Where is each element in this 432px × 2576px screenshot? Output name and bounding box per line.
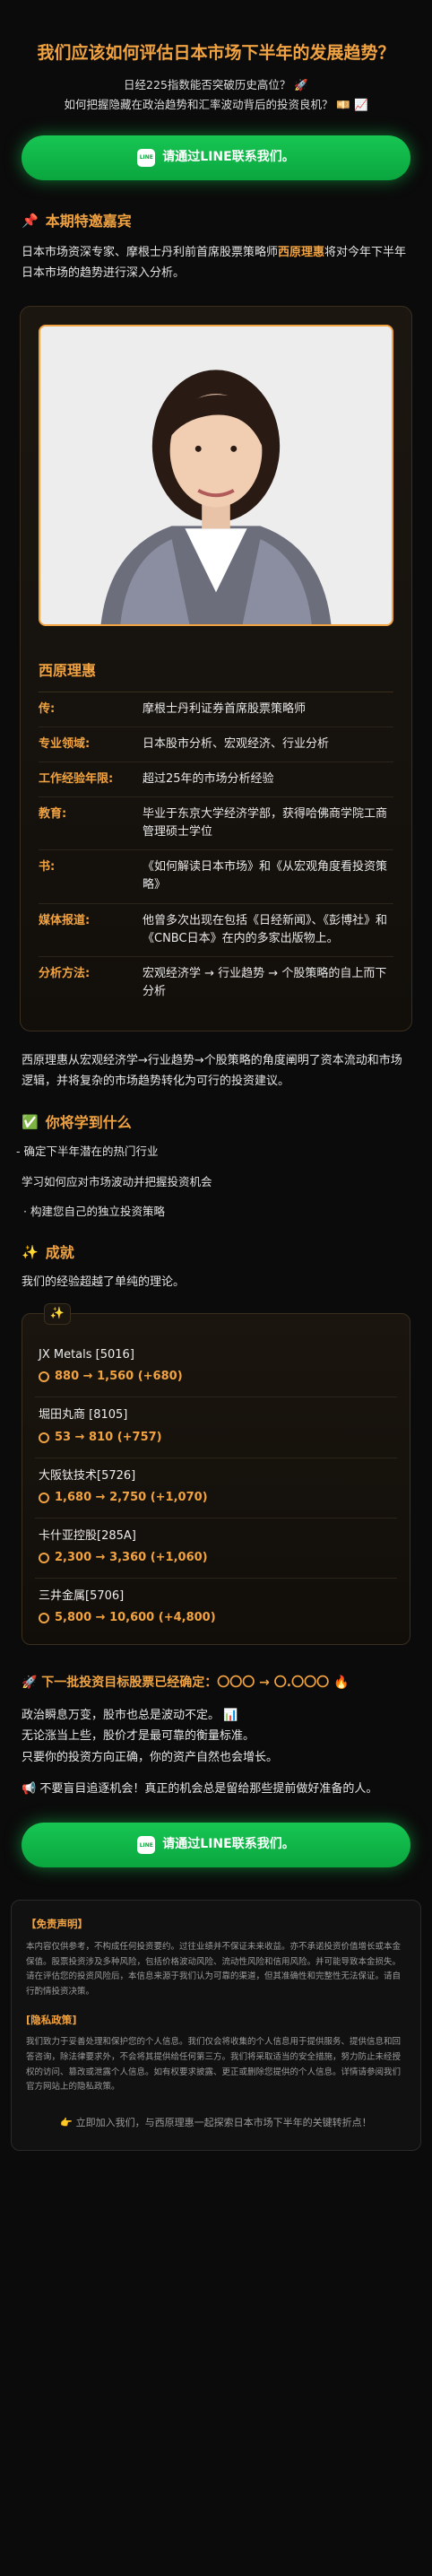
guest-name: 西原理惠 — [39, 660, 393, 692]
footer-note: 👉 立即加入我们，与西原理惠一起探索日本市场下半年的关键转折点！ — [60, 2116, 372, 2128]
hero-subtitle: 日经225指数能否突破历史高位？ 🚀 如何把握隐藏在政治趋势和汇率波动背后的投资… — [0, 75, 432, 116]
hero-subtitle-line2: 如何把握隐藏在政治趋势和汇率波动背后的投资良机？ 💴 📈 — [64, 98, 368, 112]
method-paragraph: 西原理惠从宏观经济学→行业趋势→个股策略的角度阐明了资本流动和市场逻辑，并将复杂… — [22, 1054, 402, 1088]
hero-subtitle-line1: 日经225指数能否突破历史高位？ 🚀 — [124, 77, 308, 91]
disclaimer-card: 【免责声明】 本内容仅供参考，不构成任何投资要约。过往业绩并不保证未来收益。亦不… — [11, 1900, 421, 2151]
line-contact-button-top[interactable]: LINE 请通过LINE联系我们。 — [22, 135, 410, 180]
guest-info-table: 传: 摩根士丹利证券首席股票策略师 专业领域: 日本股市分析、宏观经济、行业分析… — [39, 692, 393, 1010]
line-button-label: 请通过LINE联系我们。 — [162, 1837, 295, 1852]
disclaimer-title: 【免责声明】 — [26, 1918, 88, 1931]
line-contact-button-bottom[interactable]: LINE 请通过LINE联系我们。 — [22, 1823, 410, 1868]
guest-section-heading: 📌 本期特邀嘉宾 — [0, 211, 432, 233]
page-title: 我们应该如何评估日本市场下半年的发展趋势？ — [37, 43, 395, 63]
guest-profile-card: 西原理惠 传: 摩根士丹利证券首席股票策略师 专业领域: 日本股市分析、宏观经济… — [20, 305, 412, 1032]
circle-icon — [39, 1432, 49, 1443]
circle-icon — [39, 1553, 49, 1564]
next-targets-title: 🚀 下一批投资目标股票已经确定：〇〇〇 → 〇.〇〇〇 🔥 — [22, 1675, 350, 1690]
cta-line-2: 无论涨当上些，股价才是最可靠的衡量标准。 — [22, 1729, 255, 1744]
privacy-title: [隐私政策] — [26, 2013, 77, 2026]
page: 我们应该如何评估日本市场下半年的发展趋势？ 日经225指数能否突破历史高位？ 🚀… — [0, 0, 432, 2187]
privacy-text: 我们致力于妥善处理和保护您的个人信息。我们仅会将收集的个人信息用于提供服务、提供… — [26, 2037, 402, 2093]
info-row-expertise: 专业领域: 日本股市分析、宏观经济、行业分析 — [39, 727, 393, 762]
info-row-media: 媒体报道: 他曾多次出现在包括《日经新闻》、《彭博社》和《CNBC日本》在内的多… — [39, 904, 393, 957]
learn-section-heading: ✅ 你将学到什么 — [0, 1112, 432, 1135]
info-row-books: 书: 《如何解读日本市场》和《从宏观角度看投资策略》 — [39, 850, 393, 904]
check-icon: ✅ — [22, 1114, 39, 1131]
learn-item-2: 学习如何应对市场波动并把握投资机会 — [22, 1174, 212, 1188]
learn-item-1: - 确定下半年潜在的热门行业 — [16, 1144, 159, 1159]
circle-icon — [39, 1613, 49, 1624]
cta-line-4: 📢 不要盲目追逐机会！真正的机会总是留给那些提前做好准备的人。 — [22, 1781, 378, 1796]
sparkles-badge-icon: ✨ — [44, 1303, 71, 1326]
stock-item: 三井金属[5706] 5,800 → 10,600 (+4,800) — [39, 1589, 216, 1625]
stock-item: 堀田丸商 [8105] 53 → 810 (+757) — [35, 1397, 397, 1458]
disclaimer-text: 本内容仅供参考，不构成任何投资要约。过往业绩并不保证未来收益。亦不承诺投资价值增… — [26, 1942, 402, 1997]
info-row-method: 分析方法: 宏观经济学 → 行业趋势 → 个股策略的自上而下分析 — [39, 966, 387, 999]
stock-item: 大阪钛技术[5726] 1,680 → 2,750 (+1,070) — [35, 1458, 397, 1519]
circle-icon — [39, 1371, 49, 1383]
results-section-heading: ✨ 成就 — [0, 1242, 432, 1265]
stock-item: JX Metals [5016] 880 → 1,560 (+680) — [35, 1337, 397, 1398]
cta-line-3: 只要你的投资方向正确，你的资产自然也会增长。 — [22, 1750, 279, 1764]
pin-icon: 📌 — [22, 213, 39, 230]
stock-item: 卡什亚控股[285A] 2,300 → 3,360 (+1,060) — [35, 1519, 397, 1580]
cta-line-1: 政治瞬息万变，股市也总是波动不定。 📊 — [22, 1708, 238, 1722]
learn-item-3: · 构建您自己的独立投资策略 — [23, 1205, 165, 1219]
results-card: ✨ JX Metals [5016] 880 → 1,560 (+680) 堀田… — [22, 1303, 410, 1645]
info-row-experience: 工作经验年限: 超过25年的市场分析经验 — [39, 762, 393, 798]
line-icon: LINE — [137, 1836, 156, 1855]
line-icon: LINE — [137, 148, 156, 167]
circle-icon — [39, 1492, 49, 1503]
sparkles-icon: ✨ — [22, 1244, 39, 1261]
info-row-title: 传: 摩根士丹利证券首席股票策略师 — [39, 692, 393, 727]
results-intro: 我们的经验超越了单纯的理论。 — [22, 1275, 186, 1290]
info-row-education: 教育: 毕业于东京大学经济学部，获得哈佛商学院工商管理硕士学位 — [39, 797, 393, 851]
guest-portrait-image — [39, 324, 393, 626]
guest-intro: 日本市场资深专家、摩根士丹利前首席股票策略师西原理惠将对今年下半年日本市场的趋势… — [22, 246, 407, 281]
line-button-label: 请通过LINE联系我们。 — [162, 149, 295, 164]
